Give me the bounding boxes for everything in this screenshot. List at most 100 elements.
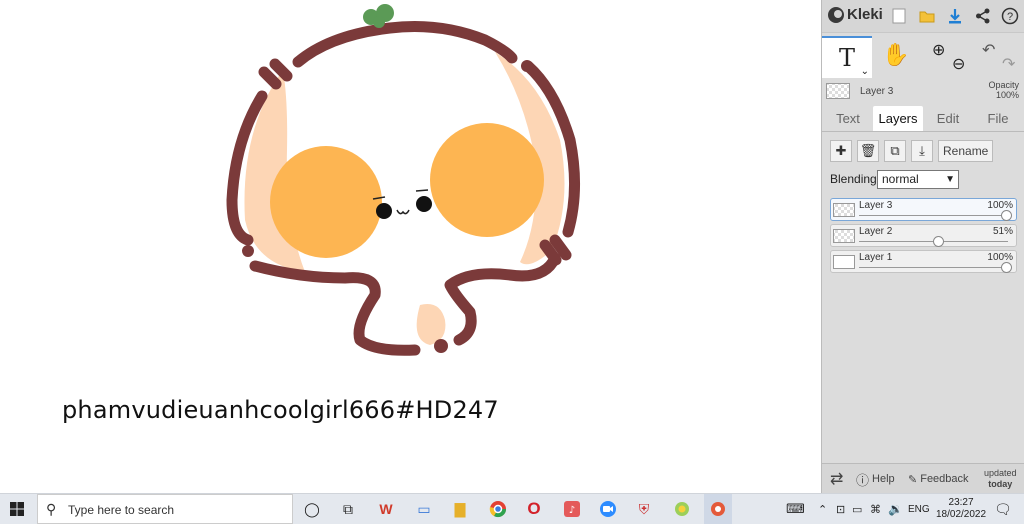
new-file-icon[interactable] — [888, 5, 910, 27]
merge-down-button[interactable]: ⤓ — [911, 140, 933, 162]
chrome-icon[interactable] — [486, 497, 510, 521]
blending-select[interactable]: normal ▼ — [877, 170, 959, 189]
outline-dot-bottom — [434, 339, 448, 353]
undo-icon[interactable]: ↶ — [982, 40, 995, 60]
updated-line2: today — [988, 479, 1013, 489]
layer-name: Layer 2 — [859, 226, 893, 237]
kleki-logo[interactable]: Kleki — [828, 6, 883, 23]
kleki-browser-tab-icon[interactable] — [704, 494, 732, 524]
tool-row: T ⌄ ✋ ⊕ ⊖ ↶ ↷ — [822, 36, 1024, 78]
right-eye — [416, 196, 432, 212]
panel-tabs: Text Layers Edit File — [822, 106, 1024, 132]
right-cheek — [430, 123, 544, 237]
tab-text[interactable]: Text — [823, 106, 873, 131]
tab-edit[interactable]: Edit — [923, 106, 973, 131]
opacity-value: 100% — [995, 90, 1019, 100]
delete-layer-button[interactable]: 🗑 — [857, 140, 879, 162]
chevron-up-icon[interactable]: ⌃ — [818, 494, 827, 524]
taskbar-search-box[interactable]: ⚲ Type here to search — [37, 494, 293, 524]
feedback-icon: ✎ — [908, 473, 918, 486]
color-app-icon[interactable] — [670, 497, 694, 521]
volume-icon[interactable]: 🔉 — [888, 494, 903, 524]
layer-name: Layer 1 — [859, 252, 893, 263]
layer-row[interactable]: Layer 2 51% — [830, 224, 1017, 247]
windows-taskbar: ⚲ Type here to search ◯ ⧉ W ▭ ▇ O ♪ ⛨ ⌨ … — [0, 493, 1024, 524]
layer-thumbnail — [833, 229, 855, 243]
laptop-app-icon[interactable]: ▭ — [412, 497, 436, 521]
share-icon[interactable] — [972, 5, 994, 27]
zoom-out-icon[interactable]: ⊖ — [952, 54, 965, 74]
current-layer-info: Layer 3 Opacity 100% — [822, 80, 1024, 104]
brand-label: Kleki — [847, 6, 883, 23]
blending-label: Blending — [830, 172, 877, 186]
opacity-readout: Opacity 100% — [988, 80, 1019, 100]
layer-opacity-label: 100% — [987, 200, 1013, 211]
signature-text: phamvudieuanhcoolgirl666#HD247 — [62, 396, 499, 424]
help-button[interactable]: ⓘ Help — [856, 464, 895, 494]
left-cheek — [270, 146, 382, 258]
music-app-icon[interactable]: ♪ — [560, 497, 584, 521]
network-icon[interactable]: ⌘ — [870, 494, 881, 524]
layer-opacity-knob[interactable] — [933, 236, 944, 247]
updated-badge[interactable]: updated today — [984, 464, 1017, 494]
outline-dot-left — [242, 245, 254, 257]
text-tool-button[interactable]: T ⌄ — [822, 36, 872, 78]
current-layer-name: Layer 3 — [860, 86, 894, 97]
help-icon[interactable]: ? — [999, 5, 1021, 27]
tab-file[interactable]: File — [973, 106, 1023, 131]
media-app-icon[interactable]: ⛨ — [632, 497, 656, 521]
layer-opacity-knob[interactable] — [1001, 262, 1012, 273]
layer-thumbnail — [833, 255, 855, 269]
layer-row[interactable]: Layer 1 100% — [830, 250, 1017, 273]
top-bar: Kleki ? — [822, 0, 1024, 33]
search-placeholder: Type here to search — [68, 503, 175, 517]
layer-row[interactable]: Layer 3 100% — [830, 198, 1017, 221]
file-explorer-icon[interactable]: ▇ — [448, 497, 472, 521]
opera-icon[interactable]: O — [522, 497, 546, 521]
add-layer-button[interactable]: ✚ — [830, 140, 852, 162]
zoom-app-icon[interactable] — [596, 497, 620, 521]
camera-icon[interactable]: ⊡ — [836, 494, 845, 524]
right-eyebrow — [415, 189, 429, 192]
kleki-logo-icon — [828, 6, 844, 23]
zoom-in-icon[interactable]: ⊕ — [932, 40, 945, 60]
chevron-down-icon[interactable]: ⌄ — [861, 66, 869, 77]
swap-sides-icon[interactable]: ⇄ — [830, 464, 843, 494]
left-eye — [376, 203, 392, 219]
cortana-icon[interactable]: ◯ — [300, 497, 324, 521]
language-indicator[interactable]: ENG — [908, 494, 930, 524]
windows-start-icon[interactable] — [10, 502, 24, 519]
svg-text:?: ? — [1007, 11, 1013, 23]
notifications-icon[interactable]: 🗨 — [994, 494, 1012, 524]
help-label: Help — [872, 473, 895, 485]
layer-name: Layer 3 — [859, 200, 893, 211]
task-view-icon[interactable]: ⧉ — [336, 497, 360, 521]
feedback-label: Feedback — [920, 473, 969, 485]
search-icon: ⚲ — [46, 501, 57, 517]
blending-value: normal — [882, 172, 919, 186]
mouth — [396, 209, 410, 215]
layer-opacity-knob[interactable] — [1001, 210, 1012, 221]
clock-time: 23:27 — [948, 497, 974, 508]
rename-button[interactable]: Rename — [938, 140, 994, 162]
layer-opacity-slider[interactable] — [859, 215, 1008, 216]
feedback-button[interactable]: ✎ Feedback — [908, 464, 969, 494]
updated-line1: updated — [984, 468, 1017, 478]
layer-opacity-slider[interactable] — [859, 267, 1008, 268]
clock[interactable]: 23:27 18/02/2022 — [936, 494, 986, 524]
redo-icon[interactable]: ↷ — [1002, 54, 1015, 74]
help-circle-icon: ⓘ — [856, 472, 870, 488]
svg-text:♪: ♪ — [569, 505, 575, 516]
battery-icon[interactable]: ▭ — [852, 494, 862, 524]
hand-tool-icon[interactable]: ✋ — [882, 42, 909, 68]
layer-thumbnail — [833, 203, 855, 217]
layer-opacity-label: 100% — [987, 252, 1013, 263]
keyboard-icon[interactable]: ⌨ — [786, 494, 805, 524]
open-folder-icon[interactable] — [916, 5, 938, 27]
duplicate-layer-button[interactable]: ⧉ — [884, 140, 906, 162]
chevron-down-icon: ▼ — [945, 174, 955, 185]
wps-office-icon[interactable]: W — [374, 497, 398, 521]
tab-layers[interactable]: Layers — [873, 106, 923, 131]
download-icon[interactable] — [944, 5, 966, 27]
drawing-canvas[interactable]: phamvudieuanhcoolgirl666#HD247 — [0, 0, 820, 493]
